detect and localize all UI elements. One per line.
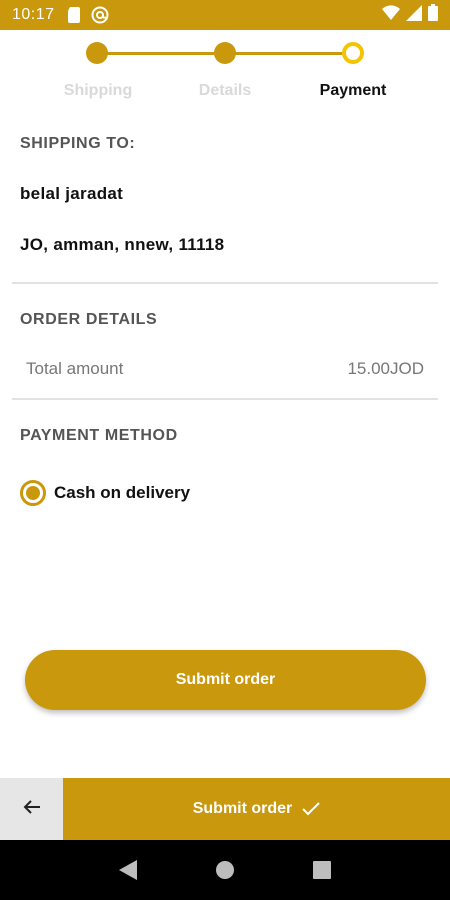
step-label-shipping: Shipping — [63, 82, 133, 99]
radio-dot — [26, 486, 40, 500]
screen: 10:17 Shipping Details Payment SHIPPING … — [0, 0, 450, 900]
total-amount-value: 15.00JOD — [347, 359, 424, 378]
back-triangle-icon[interactable] — [108, 850, 148, 890]
order-section-title: ORDER DETAILS — [20, 311, 158, 328]
stepper-connector — [225, 52, 353, 55]
step-label-details: Details — [198, 82, 252, 99]
status-bar: 10:17 — [0, 0, 450, 30]
submit-order-button[interactable]: Submit order — [25, 650, 426, 710]
at-sign-icon — [91, 6, 109, 24]
sim-card-icon — [67, 7, 81, 23]
bottom-submit-order-button[interactable]: Submit order — [63, 778, 450, 840]
payment-option-label: Cash on delivery — [54, 483, 191, 502]
back-button[interactable] — [0, 778, 63, 840]
step-label-payment: Payment — [319, 82, 387, 99]
battery-icon — [428, 4, 438, 26]
home-circle-icon[interactable] — [205, 850, 245, 890]
payment-section-title: PAYMENT METHOD — [20, 427, 178, 444]
arrow-left-icon — [23, 799, 41, 820]
shipping-name: belal jaradat — [20, 184, 124, 203]
stepper-connector — [97, 52, 225, 55]
radio-button-selected[interactable] — [20, 480, 46, 506]
step-dot-shipping — [86, 42, 108, 64]
check-icon — [302, 802, 320, 816]
wifi-icon — [382, 4, 400, 26]
payment-option-cash-on-delivery[interactable]: Cash on delivery — [20, 480, 190, 506]
recents-square-icon[interactable] — [302, 850, 342, 890]
signal-icon — [406, 4, 422, 26]
checkout-stepper: Shipping Details Payment — [0, 30, 450, 110]
shipping-address: JO, amman, nnew, 11118 — [20, 235, 225, 254]
status-right-icons — [382, 4, 438, 26]
status-time: 10:17 — [12, 6, 55, 23]
bottom-submit-label: Submit order — [192, 800, 293, 817]
shipping-section-title: SHIPPING TO: — [20, 135, 136, 152]
divider — [12, 282, 438, 284]
total-amount-label: Total amount — [26, 359, 124, 378]
bottom-action-bar: Submit order — [0, 778, 450, 840]
system-nav-bar — [0, 840, 450, 900]
step-dot-payment — [342, 42, 364, 64]
step-dot-details — [214, 42, 236, 64]
divider — [12, 398, 438, 400]
